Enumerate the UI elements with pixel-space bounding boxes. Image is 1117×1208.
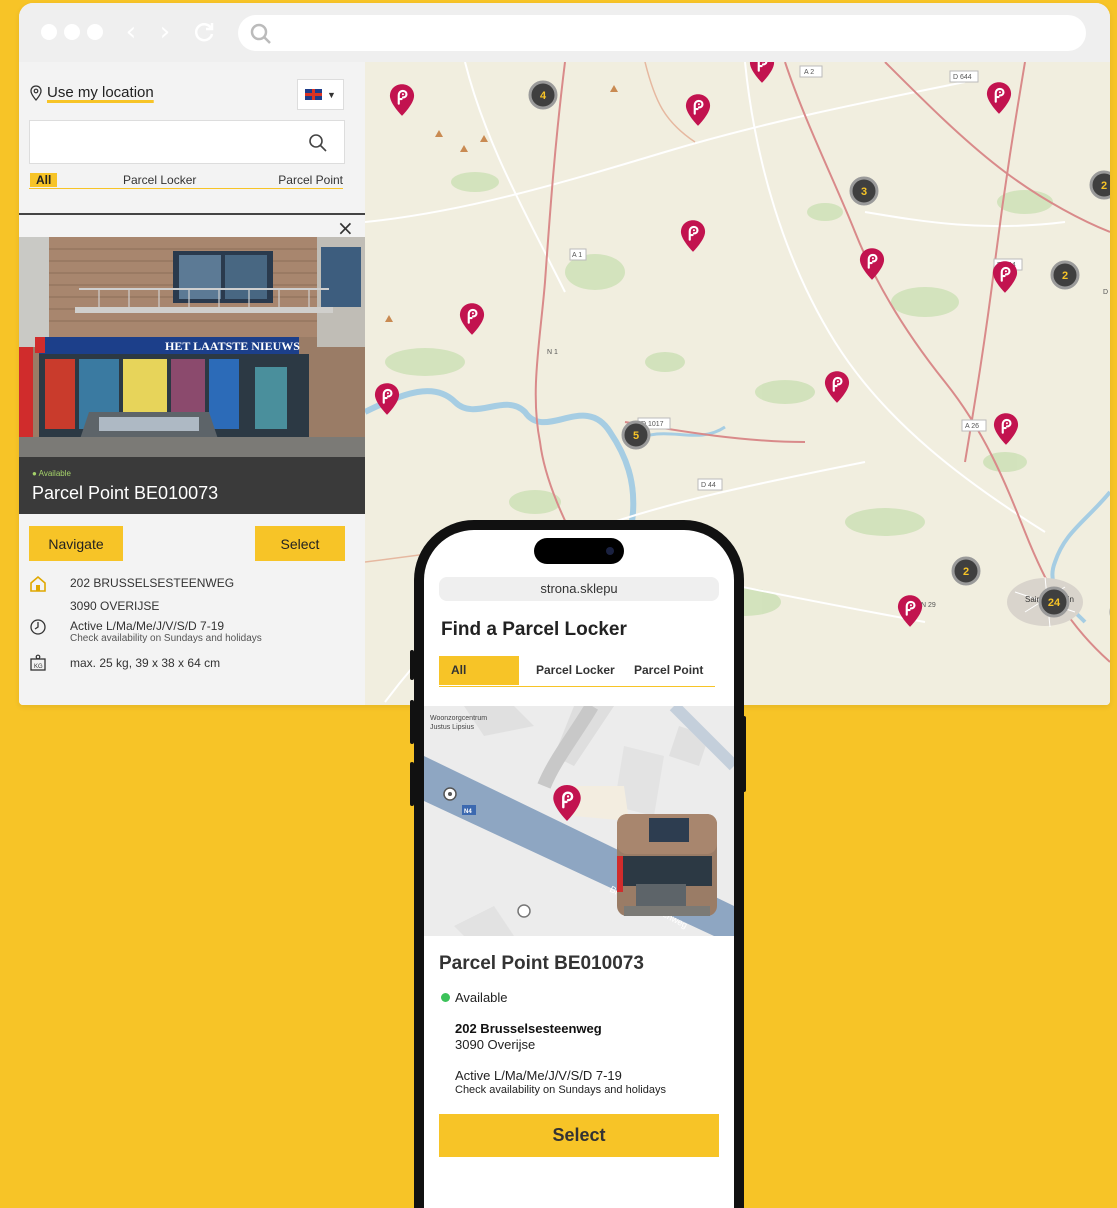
tab-parcel-point[interactable]: Parcel Point <box>634 656 703 685</box>
road-label-n1: N 1 <box>547 349 558 356</box>
map-pin-icon[interactable] <box>749 62 775 84</box>
map-pin-icon[interactable] <box>986 81 1012 115</box>
road-label-d644: D 644 <box>953 74 972 81</box>
road-label-d44: D 44 <box>701 482 716 489</box>
map-pin-icon[interactable] <box>389 83 415 117</box>
reload-icon[interactable] <box>189 17 219 47</box>
navigate-button[interactable]: Navigate <box>29 526 123 561</box>
road-label-a1: A 1 <box>572 252 582 259</box>
parcel-point-title: Parcel Point BE010073 <box>32 483 219 503</box>
phone-city: 3090 Overijse <box>455 1037 536 1052</box>
search-input[interactable] <box>29 120 345 164</box>
map-pin-icon[interactable] <box>859 247 885 281</box>
phone-heading: Find a Parcel Locker <box>441 619 627 640</box>
use-location-link[interactable]: Use my location <box>29 84 154 101</box>
road-tag: N4 <box>464 809 472 815</box>
road-label-d: D <box>1103 289 1108 296</box>
cluster-count[interactable]: 2 <box>1101 180 1107 192</box>
cluster-count[interactable]: 4 <box>540 90 547 102</box>
locator-panel: Use my location ▼ All Parcel Locker Parc… <box>19 62 365 705</box>
map-pin-icon[interactable] <box>992 260 1018 294</box>
phone-parcel-point-title: Parcel Point BE010073 <box>439 953 644 974</box>
phone-screen: strona.sklepu Find a Parcel Locker All P… <box>424 530 734 1208</box>
map-pin-icon[interactable] <box>897 594 923 628</box>
home-icon <box>30 575 46 592</box>
forward-icon[interactable]: › <box>150 17 180 47</box>
cluster-count[interactable]: 5 <box>633 430 639 442</box>
parcel-point-header: ● Available Parcel Point BE010073 <box>19 457 365 514</box>
window-close-dot[interactable] <box>41 24 57 40</box>
map-pin-icon[interactable] <box>993 412 1019 446</box>
phone-street: 202 Brusselsesteenweg <box>455 1021 602 1036</box>
select-button[interactable]: Select <box>255 526 345 561</box>
status-dot-icon <box>441 993 450 1002</box>
road-label-a26: A 26 <box>965 423 979 430</box>
phone-mockup: strona.sklepu Find a Parcel Locker All P… <box>414 520 744 1208</box>
phone-hours: Active L/Ma/Me/J/V/S/D 7-19 <box>455 1068 622 1083</box>
location-pin-icon <box>30 84 42 101</box>
tab-parcel-point[interactable]: Parcel Point <box>278 173 343 187</box>
hours-text: Active L/Ma/Me/J/V/S/D 7-19 <box>70 619 225 633</box>
divider <box>19 213 365 215</box>
search-icon <box>250 23 271 44</box>
phone-address-bar[interactable]: strona.sklepu <box>439 577 719 601</box>
phone-filter-tabs: All Parcel Locker Parcel Point <box>439 656 715 687</box>
hours-note: Check availability on Sundays and holida… <box>70 633 262 644</box>
shop-sign-text: HET LAATSTE NIEUWS <box>165 339 300 353</box>
uk-flag-icon <box>305 89 323 100</box>
tab-parcel-locker[interactable]: Parcel Locker <box>123 173 196 187</box>
window-maximize-dot[interactable] <box>87 24 103 40</box>
language-select[interactable]: ▼ <box>297 79 344 110</box>
road-label-a2: A 2 <box>804 69 814 76</box>
map-pin-icon[interactable] <box>680 219 706 253</box>
parcel-point-photo: HET LAATSTE NIEUWS <box>19 237 365 457</box>
map-pin-icon[interactable] <box>374 382 400 416</box>
dynamic-island <box>534 538 624 564</box>
capacity-text: max. 25 kg, 39 x 38 x 64 cm <box>70 656 221 670</box>
parcel-point-thumbnail[interactable] <box>617 814 717 916</box>
cluster-count[interactable]: 2 <box>1062 270 1068 282</box>
back-icon[interactable]: ‹ <box>116 17 146 47</box>
weight-icon: KG <box>30 654 46 671</box>
svg-text:KG: KG <box>34 664 43 670</box>
clock-icon <box>30 619 46 635</box>
cluster-count[interactable]: 3 <box>861 186 867 198</box>
use-location-label: Use my location <box>47 84 154 101</box>
filter-tabs: All Parcel Locker Parcel Point <box>29 172 343 189</box>
tab-parcel-locker[interactable]: Parcel Locker <box>536 656 615 685</box>
road-label-n29: N 29 <box>921 602 936 609</box>
window-minimize-dot[interactable] <box>64 24 80 40</box>
address-bar[interactable] <box>238 15 1086 51</box>
map-pin-icon[interactable] <box>824 370 850 404</box>
phone-select-button[interactable]: Select <box>439 1114 719 1157</box>
tab-all[interactable]: All <box>30 173 58 187</box>
phone-hours-note: Check availability on Sundays and holida… <box>455 1084 666 1096</box>
browser-titlebar: ‹ › <box>19 3 1110 62</box>
address-line-2: 3090 OVERIJSE <box>70 599 160 613</box>
chevron-down-icon: ▼ <box>327 89 336 100</box>
window-controls <box>41 24 103 40</box>
map-pin-icon[interactable] <box>459 302 485 336</box>
cluster-count[interactable]: 2 <box>963 566 969 578</box>
cluster-count[interactable]: 24 <box>1048 597 1061 609</box>
address-line-1: 202 BRUSSELSESTEENWEG <box>70 576 235 590</box>
search-icon[interactable] <box>308 133 328 153</box>
status-badge: ● Available <box>32 469 71 478</box>
phone-map-view[interactable]: Woonzorgcentrum Justus Lipsius N4 Br enwe… <box>424 706 734 936</box>
status-text: Available <box>455 990 508 1005</box>
tab-all[interactable]: All <box>439 656 519 685</box>
map-pin-icon[interactable] <box>685 93 711 127</box>
phone-status: Available <box>441 990 508 1005</box>
